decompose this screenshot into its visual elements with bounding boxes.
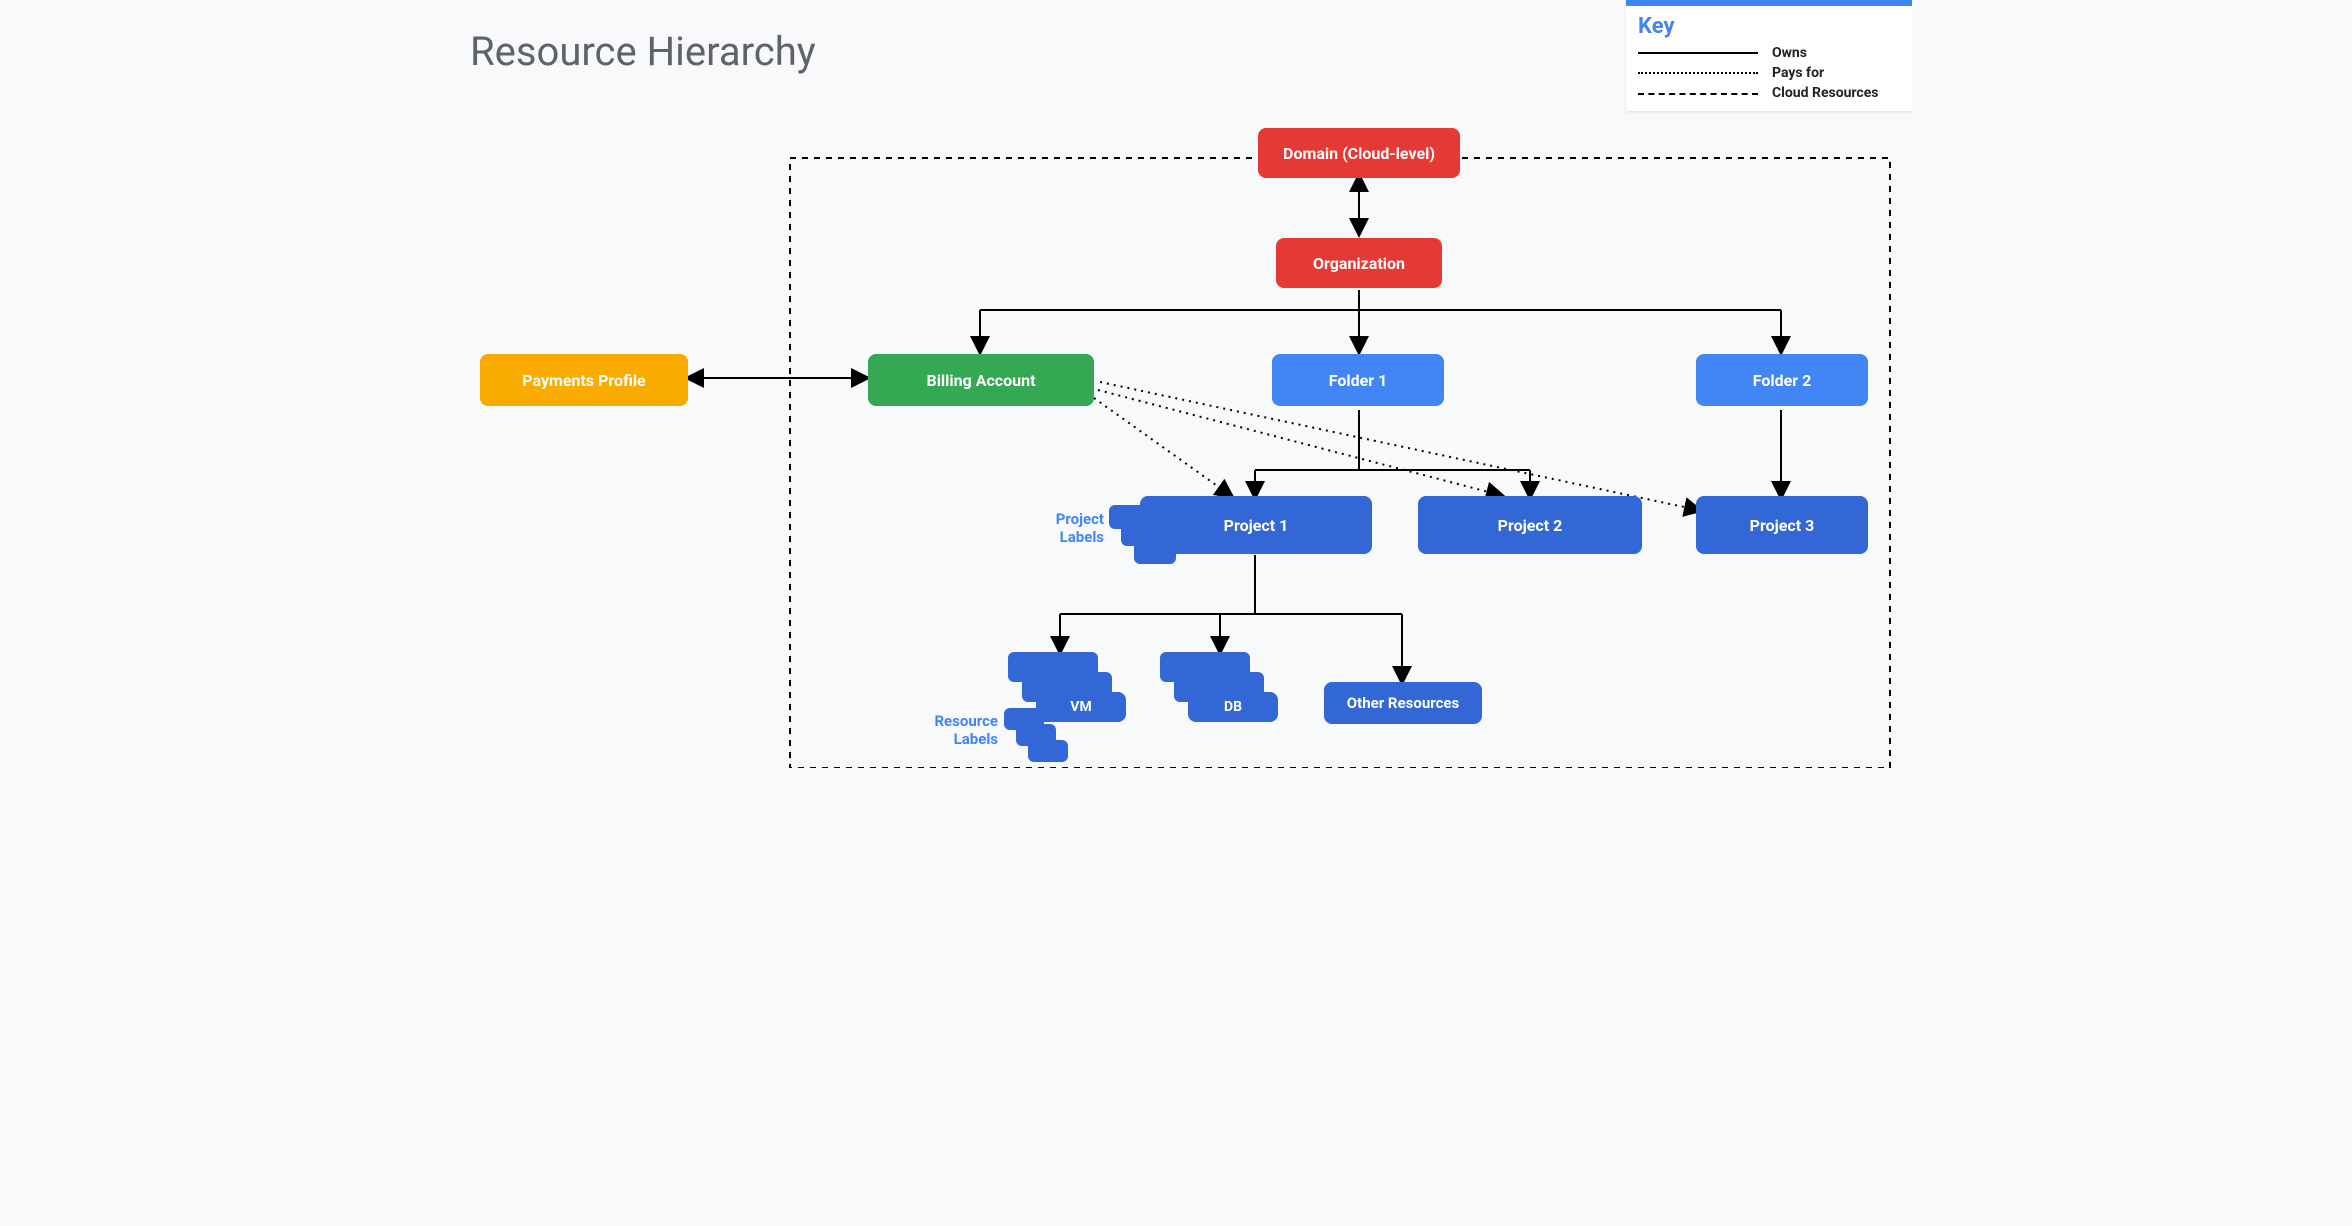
- node-organization: Organization: [1276, 238, 1442, 288]
- legend-row-owns: Owns: [1626, 43, 1912, 63]
- resource-labels-text: Resource Labels: [908, 712, 998, 748]
- legend-text: Cloud Resources: [1772, 85, 1878, 101]
- node-db: DB: [1188, 692, 1278, 722]
- node-vm: VM: [1036, 692, 1126, 722]
- legend-title: Key: [1626, 6, 1912, 43]
- legend-line-solid: [1638, 52, 1758, 54]
- node-project3: Project 3: [1696, 496, 1868, 554]
- node-payments: Payments Profile: [480, 354, 688, 406]
- legend-text: Pays for: [1772, 65, 1824, 81]
- legend-line-dashed: [1638, 93, 1758, 95]
- node-billing: Billing Account: [868, 354, 1094, 406]
- project-labels-text: Project Labels: [1032, 510, 1104, 546]
- node-other-resources: Other Resources: [1324, 682, 1482, 724]
- legend-row-cloud: Cloud Resources: [1626, 83, 1912, 111]
- project-label-chip: [1134, 540, 1176, 564]
- node-project2: Project 2: [1418, 496, 1642, 554]
- legend-text: Owns: [1772, 45, 1807, 61]
- node-folder2: Folder 2: [1696, 354, 1868, 406]
- legend-row-pays: Pays for: [1626, 63, 1912, 83]
- node-folder1: Folder 1: [1272, 354, 1444, 406]
- edge-billing-project1: [1094, 398, 1230, 495]
- resource-label-chip: [1028, 740, 1068, 762]
- legend-box: Key Owns Pays for Cloud Resources: [1626, 0, 1912, 111]
- legend-line-dotted: [1638, 72, 1758, 74]
- node-domain: Domain (Cloud-level): [1258, 128, 1460, 178]
- page-title: Resource Hierarchy: [470, 28, 816, 75]
